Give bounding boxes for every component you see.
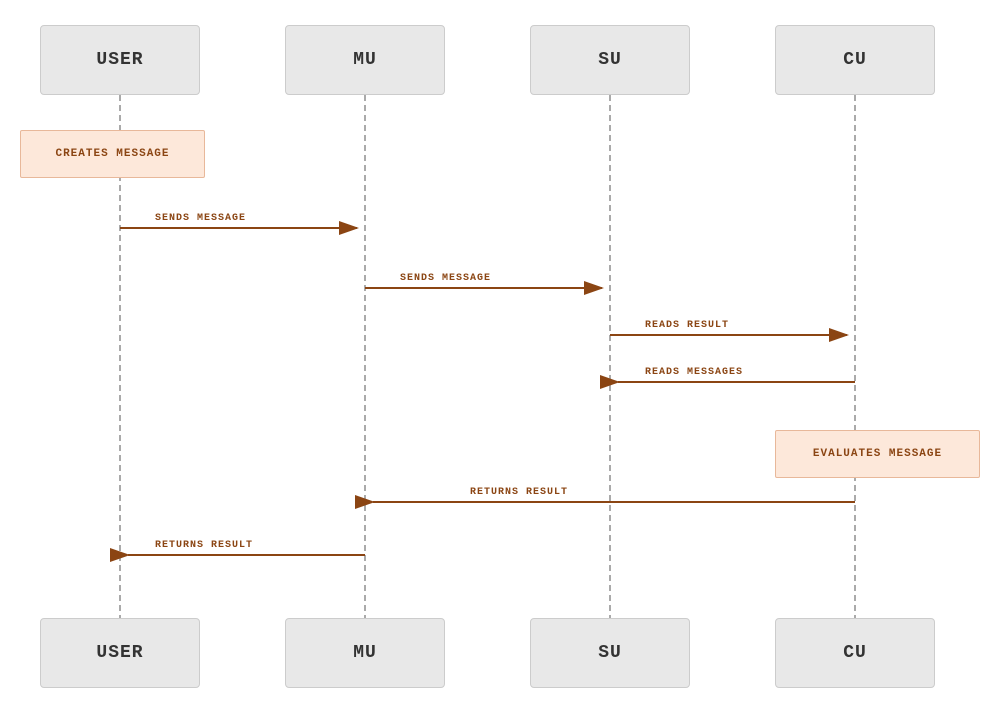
diagram-svg: SENDS MESSAGE SENDS MESSAGE READS RESULT… bbox=[0, 0, 1001, 713]
sequence-diagram: SENDS MESSAGE SENDS MESSAGE READS RESULT… bbox=[0, 0, 1001, 713]
actor-user-top-label: USER bbox=[96, 50, 143, 70]
note-evaluates-message-label: EVALUATES MESSAGE bbox=[813, 448, 942, 460]
actor-mu-bottom-label: MU bbox=[353, 643, 377, 663]
label-returns-result-1: RETURNS RESULT bbox=[470, 487, 568, 498]
actor-cu-top: CU bbox=[775, 25, 935, 95]
label-reads-result: READS RESULT bbox=[645, 320, 729, 331]
actor-mu-top: MU bbox=[285, 25, 445, 95]
label-sends-message-2: SENDS MESSAGE bbox=[400, 273, 491, 284]
note-creates-message: CREATES MESSAGE bbox=[20, 130, 205, 178]
label-sends-message-1: SENDS MESSAGE bbox=[155, 213, 246, 224]
note-creates-message-label: CREATES MESSAGE bbox=[55, 148, 169, 160]
note-evaluates-message: EVALUATES MESSAGE bbox=[775, 430, 980, 478]
actor-cu-top-label: CU bbox=[843, 50, 867, 70]
actor-cu-bottom-label: CU bbox=[843, 643, 867, 663]
actor-su-bottom-label: SU bbox=[598, 643, 622, 663]
actor-cu-bottom: CU bbox=[775, 618, 935, 688]
actor-user-top: USER bbox=[40, 25, 200, 95]
label-reads-messages: READS MESSAGES bbox=[645, 367, 743, 378]
actor-user-bottom: USER bbox=[40, 618, 200, 688]
actor-su-bottom: SU bbox=[530, 618, 690, 688]
actor-user-bottom-label: USER bbox=[96, 643, 143, 663]
actor-su-top: SU bbox=[530, 25, 690, 95]
actor-mu-top-label: MU bbox=[353, 50, 377, 70]
label-returns-result-2: RETURNS RESULT bbox=[155, 540, 253, 551]
actor-mu-bottom: MU bbox=[285, 618, 445, 688]
actor-su-top-label: SU bbox=[598, 50, 622, 70]
